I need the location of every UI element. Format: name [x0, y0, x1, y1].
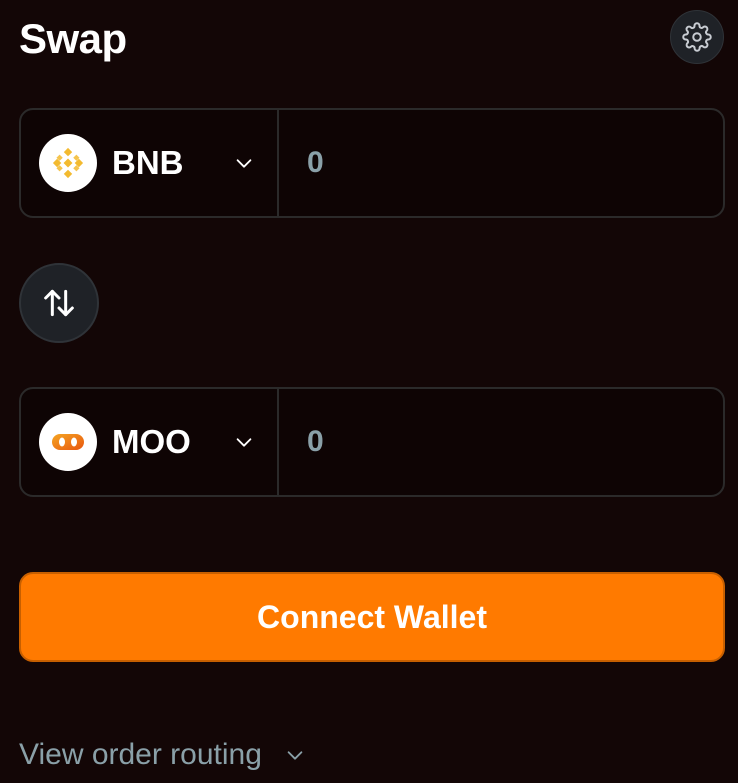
switch-tokens-button[interactable]	[19, 263, 99, 343]
from-token-selector[interactable]: BNB	[21, 110, 279, 216]
moo-logo-icon	[39, 413, 97, 471]
gear-icon	[682, 22, 712, 52]
from-token-row: BNB	[19, 108, 725, 218]
from-token-symbol: BNB	[112, 144, 184, 181]
to-token-selector[interactable]: MOO	[21, 389, 279, 495]
swap-panel: Swap BNB 0 MOO 0 Connect Wallet View ord…	[0, 0, 738, 783]
swap-arrows-icon	[44, 289, 74, 317]
chevron-down-icon	[284, 744, 306, 766]
connect-wallet-button[interactable]: Connect Wallet	[19, 572, 725, 662]
chevron-down-icon	[233, 152, 255, 174]
to-token-symbol: MOO	[112, 423, 191, 460]
routing-label: View order routing	[19, 738, 262, 771]
to-amount-input[interactable]	[279, 422, 723, 462]
bnb-logo-icon	[39, 134, 97, 192]
to-token-row: MOO	[19, 387, 725, 497]
from-amount-input[interactable]	[279, 143, 723, 183]
chevron-down-icon	[233, 431, 255, 453]
settings-button[interactable]	[670, 10, 724, 64]
page-title: Swap	[19, 15, 127, 62]
view-order-routing-toggle[interactable]: View order routing	[19, 738, 306, 772]
